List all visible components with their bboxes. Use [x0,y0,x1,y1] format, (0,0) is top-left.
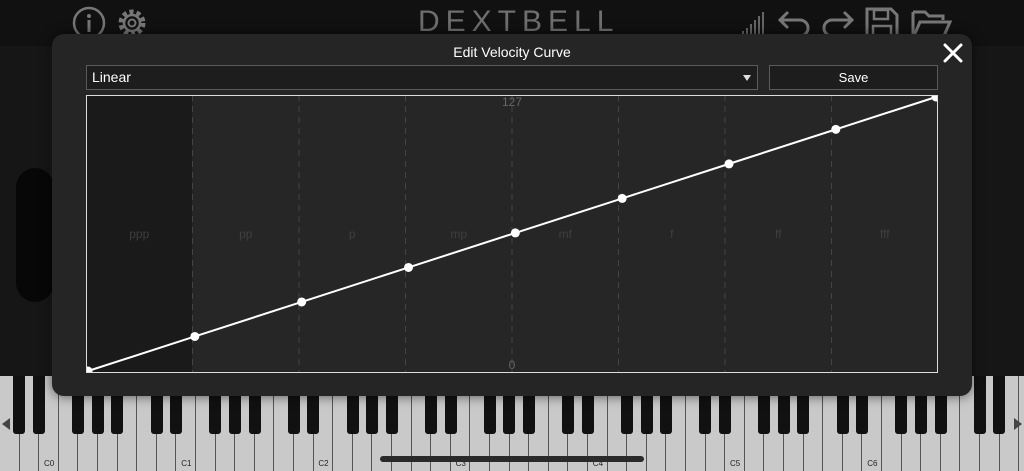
curve-point[interactable] [190,331,200,341]
curve-preset-value: Linear [92,69,131,85]
key-label: C2 [318,459,329,468]
zone-label-ppp: ppp [129,227,149,241]
curve-point[interactable] [297,297,307,307]
black-key[interactable] [32,376,46,434]
black-key[interactable] [13,376,26,434]
save-button[interactable]: Save [769,65,938,90]
zone-label-p: p [349,227,356,241]
black-key[interactable] [973,376,986,434]
chevron-down-icon [743,75,751,81]
keyboard-right-arrow-icon[interactable] [1014,418,1022,430]
zone-label-ff: ff [775,227,782,241]
home-indicator [380,456,644,462]
curve-point[interactable] [724,159,734,169]
y-max-label: 127 [502,95,522,109]
velocity-curve-graph[interactable]: ppp pp p mp mf f ff fff 127 0 [86,95,938,373]
side-slider[interactable] [16,168,54,302]
zone-label-fff: fff [880,227,890,241]
zone-label-pp: pp [239,227,253,241]
curve-preset-select[interactable]: Linear [86,65,758,90]
zone-label-mp: mp [450,227,467,241]
black-key[interactable] [993,376,1006,434]
key-label: C5 [730,459,741,468]
curve-point[interactable] [831,124,841,134]
close-icon[interactable] [942,42,964,64]
curve-point[interactable] [404,262,414,272]
curve-point[interactable] [510,228,520,238]
right-side-panel [972,46,1024,376]
y-min-label: 0 [509,358,516,372]
dialog-title: Edit Velocity Curve [453,44,571,60]
key-label: C1 [181,459,192,468]
key-label: C0 [44,459,55,468]
key-label: C6 [867,459,878,468]
curve-point[interactable] [617,193,627,203]
zone-label-mf: mf [559,227,573,241]
keyboard-left-arrow-icon[interactable] [2,418,10,430]
